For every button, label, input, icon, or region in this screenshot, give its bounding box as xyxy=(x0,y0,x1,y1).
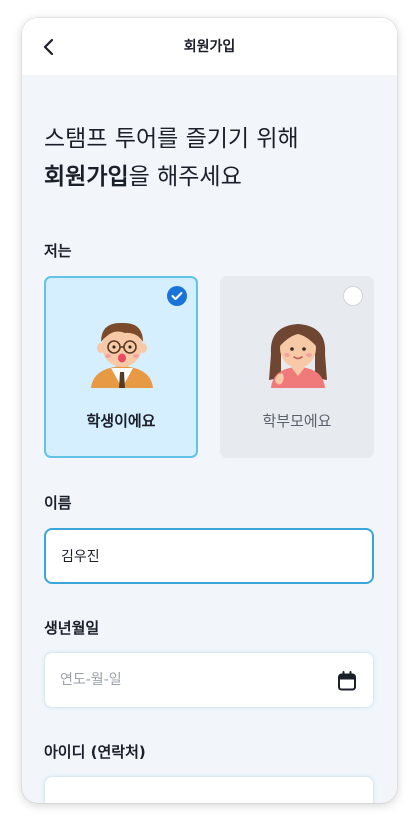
headline: 스탬프 투어를 즐기기 위해 회원가입을 해주세요 xyxy=(44,120,299,196)
role-option-label: 학부모에요 xyxy=(262,412,332,430)
role-check xyxy=(167,286,187,306)
birth-input[interactable] xyxy=(60,672,320,688)
role-option-label: 학생이에요 xyxy=(86,412,156,430)
role-option-parent[interactable]: 학부모에요 xyxy=(220,276,374,458)
student-avatar-icon xyxy=(91,322,153,388)
role-radio xyxy=(343,286,363,306)
check-icon xyxy=(171,292,183,300)
headline-line-2: 회원가입을 해주세요 xyxy=(44,158,299,196)
role-label: 저는 xyxy=(44,242,72,260)
phone-screen: 회원가입 스탬프 투어를 즐기기 위해 회원가입을 해주세요 저는 학생이에요 … xyxy=(22,18,397,803)
birth-label: 생년월일 xyxy=(44,619,100,637)
userid-input[interactable] xyxy=(60,796,320,803)
name-field[interactable] xyxy=(44,528,374,584)
app-header: 회원가입 xyxy=(22,18,397,75)
birth-field[interactable] xyxy=(44,652,374,708)
name-label: 이름 xyxy=(44,494,72,512)
headline-line-2-rest: 을 해주세요 xyxy=(128,164,242,190)
role-option-student[interactable]: 학생이에요 xyxy=(44,276,198,458)
headline-line-1: 스탬프 투어를 즐기기 위해 xyxy=(44,126,299,152)
name-input[interactable] xyxy=(61,548,321,564)
userid-field[interactable] xyxy=(44,776,374,803)
page-title: 회원가입 xyxy=(183,39,236,55)
calendar-icon[interactable] xyxy=(336,670,358,692)
headline-emphasis: 회원가입 xyxy=(44,164,129,190)
parent-avatar-icon xyxy=(269,324,327,388)
userid-label: 아이디 (연락처) xyxy=(44,743,146,761)
